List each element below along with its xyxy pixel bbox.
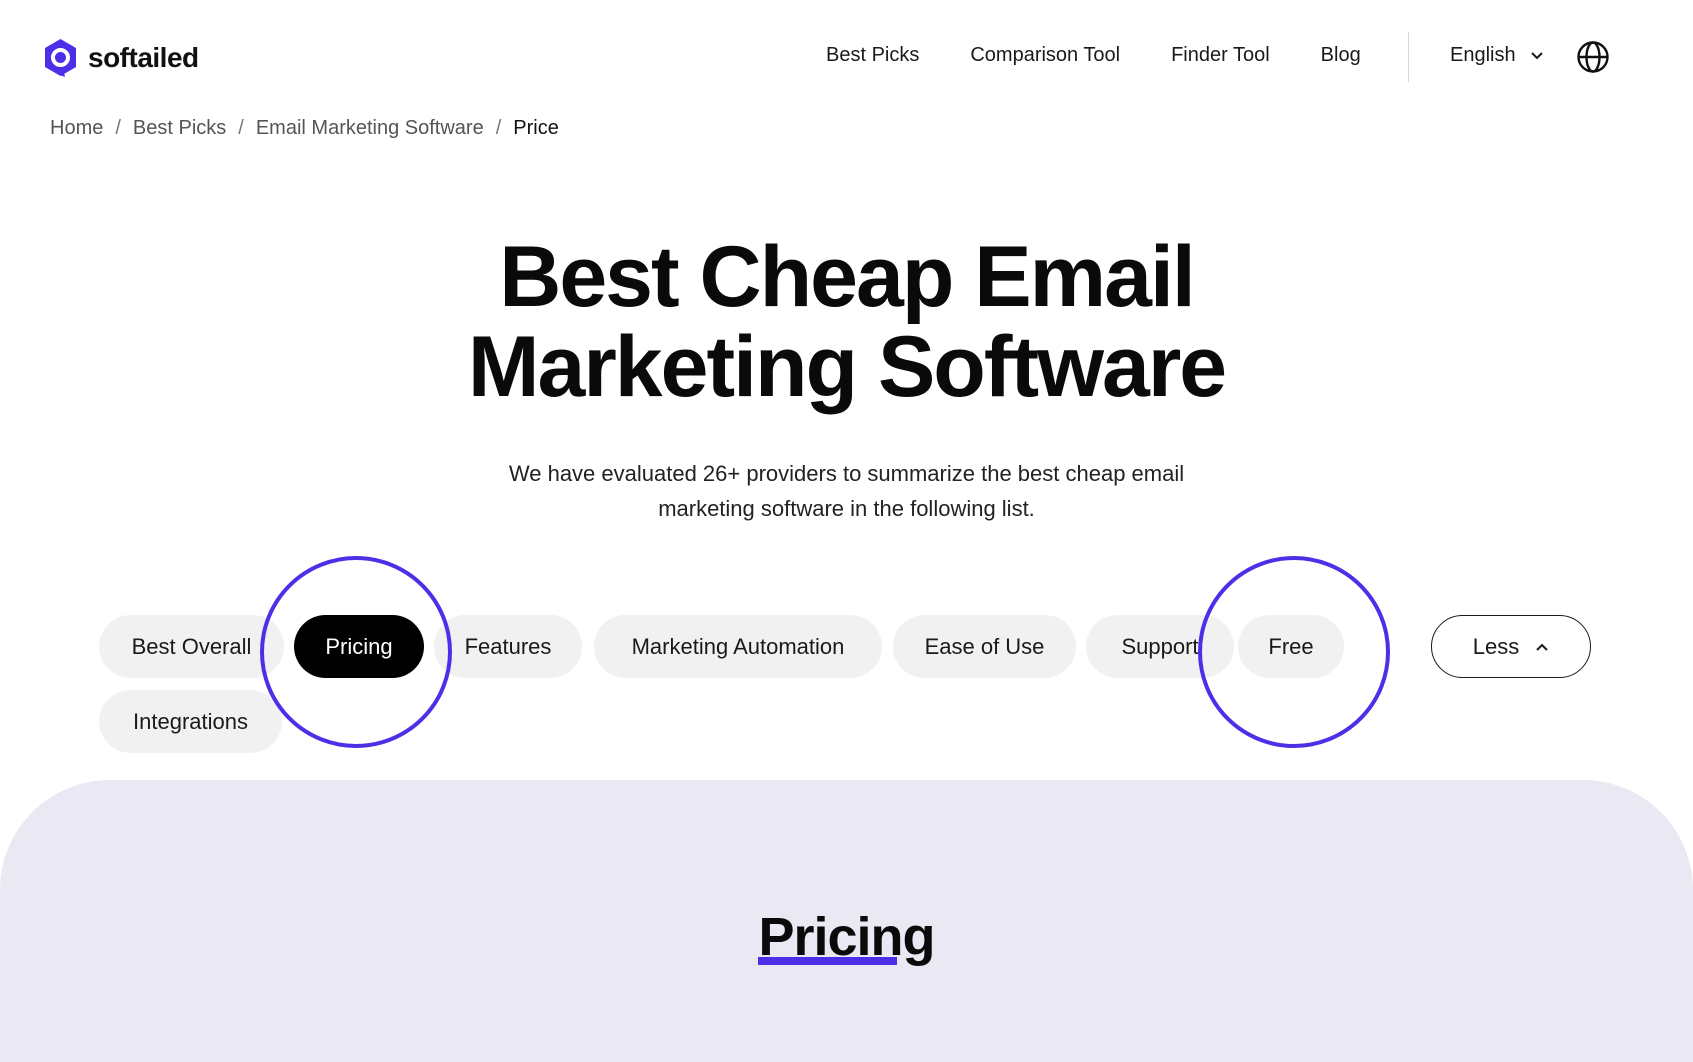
- chip-features[interactable]: Features: [434, 615, 582, 678]
- breadcrumb-best-picks[interactable]: Best Picks: [133, 117, 226, 140]
- title-highlight: Cheap: [699, 229, 954, 325]
- title-line2: Marketing Software: [467, 319, 1227, 415]
- chevron-down-icon: [1530, 51, 1543, 59]
- less-toggle-button[interactable]: Less: [1431, 615, 1591, 678]
- chip-support[interactable]: Support: [1086, 615, 1234, 678]
- nav-blog[interactable]: Blog: [1321, 44, 1361, 67]
- chip-pricing[interactable]: Pricing: [294, 615, 424, 678]
- language-label: English: [1450, 44, 1516, 66]
- logo[interactable]: softailed: [43, 38, 199, 78]
- breadcrumb-email-marketing[interactable]: Email Marketing Software: [256, 117, 484, 140]
- nav-comparison-tool[interactable]: Comparison Tool: [970, 44, 1120, 67]
- globe-icon[interactable]: [1576, 40, 1610, 74]
- language-selector[interactable]: English: [1450, 44, 1544, 67]
- chip-ease-of-use[interactable]: Ease of Use: [893, 615, 1076, 678]
- nav-divider: [1408, 32, 1409, 82]
- chip-best-overall[interactable]: Best Overall: [99, 615, 284, 678]
- section-title-wrap: Pricing: [758, 907, 936, 967]
- chip-integrations[interactable]: Integrations: [99, 690, 282, 753]
- subtitle-line2: marketing software in the following list…: [658, 496, 1035, 521]
- brand-name: softailed: [88, 42, 199, 73]
- breadcrumb-current: Price: [513, 117, 559, 139]
- chevron-up-icon: [1536, 643, 1548, 651]
- subtitle-line1: We have evaluated 26+ providers to summa…: [508, 461, 1185, 486]
- logo-icon: [45, 39, 76, 77]
- page-title: Best Cheap Email Marketing Software: [0, 232, 1693, 412]
- breadcrumb: Home / Best Picks / Email Marketing Soft…: [50, 117, 559, 140]
- title-part1: Best: [499, 229, 700, 325]
- page-subtitle: We have evaluated 26+ providers to summa…: [0, 456, 1693, 526]
- breadcrumb-separator: /: [238, 117, 244, 139]
- chip-marketing-automation[interactable]: Marketing Automation: [594, 615, 882, 678]
- breadcrumb-home[interactable]: Home: [50, 117, 103, 140]
- breadcrumb-separator: /: [495, 117, 502, 139]
- chip-free[interactable]: Free: [1238, 615, 1344, 678]
- section-title: Pricing: [0, 906, 1693, 968]
- breadcrumb-separator: /: [115, 117, 121, 139]
- main-nav: Best Picks Comparison Tool Finder Tool B…: [826, 44, 1412, 67]
- nav-best-picks[interactable]: Best Picks: [826, 44, 919, 67]
- less-label: Less: [1472, 633, 1520, 659]
- nav-finder-tool[interactable]: Finder Tool: [1171, 44, 1270, 67]
- site-header: softailed Best Picks Comparison Tool Fin…: [0, 0, 1693, 120]
- filter-chips: Best Overall Pricing Features Marketing …: [99, 556, 1599, 755]
- title-part2: Email: [952, 229, 1195, 325]
